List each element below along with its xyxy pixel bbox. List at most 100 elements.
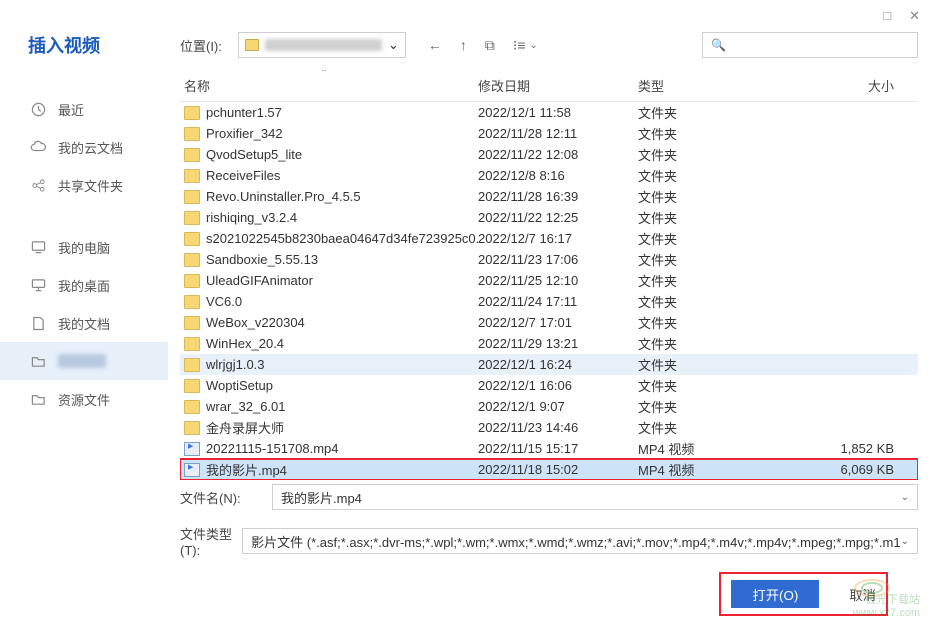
sidebar-item-label: 我的云文档 [58,138,123,157]
file-row[interactable]: pchunter1.572022/12/1 11:58文件夹 [180,102,918,123]
chevron-down-icon[interactable]: ⌄ [901,536,909,547]
sidebar-item-0[interactable]: 最近 [0,90,168,128]
folder-icon [184,127,200,141]
up-button[interactable]: ↑ [460,37,467,53]
file-date: 2022/11/18 15:02 [478,462,638,477]
dropdown-caret-icon: ⌄ [388,37,399,53]
folder-icon [245,39,259,51]
file-type: 文件夹 [638,187,766,206]
file-type: 文件夹 [638,208,766,227]
folder-icon [184,337,200,351]
sidebar-item-label: 共享文件夹 [58,176,123,195]
header-date[interactable]: 修改日期 [478,76,638,95]
file-date: 2022/11/29 13:21 [478,336,638,351]
file-date: 2022/11/23 17:06 [478,252,638,267]
file-row[interactable]: ReceiveFiles2022/12/8 8:16文件夹 [180,165,918,186]
file-row[interactable]: WinHex_20.42022/11/29 13:21文件夹 [180,333,918,354]
file-type: 文件夹 [638,397,766,416]
search-input[interactable]: 🔍 [702,32,918,58]
folder-icon [184,400,200,414]
file-name: VC6.0 [206,294,242,309]
file-name: Revo.Uninstaller.Pro_4.5.5 [206,189,361,204]
file-row[interactable]: s2021022545b8230baea04647d34fe723925c0..… [180,228,918,249]
sidebar-item-5[interactable]: 我的文档 [0,304,168,342]
file-row[interactable]: Proxifier_3422022/11/28 12:11文件夹 [180,123,918,144]
view-button[interactable]: ⁝≡ [513,37,526,54]
file-name: rishiqing_v3.2.4 [206,210,297,225]
folder-icon [184,253,200,267]
location-dropdown[interactable]: ⌄ [238,32,406,58]
file-row[interactable]: VC6.0 2022/11/24 17:11文件夹 [180,291,918,312]
search-icon: 🔍 [711,38,726,52]
file-row[interactable]: rishiqing_v3.2.4 2022/11/22 12:25文件夹 [180,207,918,228]
folder-icon [184,148,200,162]
video-icon [184,442,200,456]
dialog-title: 插入视频 [0,32,168,58]
file-size: 6,069 KB [766,462,918,477]
file-row[interactable]: QvodSetup5_lite2022/11/22 12:08文件夹 [180,144,918,165]
file-date: 2022/12/7 17:01 [478,315,638,330]
file-type: MP4 视频 [638,460,766,479]
file-row[interactable]: WoptiSetup2022/12/1 16:06文件夹 [180,375,918,396]
file-date: 2022/11/15 15:17 [478,441,638,456]
file-date: 2022/11/22 12:08 [478,147,638,162]
folder-icon [184,379,200,393]
doc-icon [30,316,46,331]
header-size[interactable]: 大小 [766,76,918,95]
file-row[interactable]: WeBox_v2203042022/12/7 17:01文件夹 [180,312,918,333]
file-type: 文件夹 [638,103,766,122]
file-row[interactable]: wrar_32_6.012022/12/1 9:07文件夹 [180,396,918,417]
filetype-select[interactable]: 影片文件 (*.asf;*.asx;*.dvr-ms;*.wpl;*.wm;*.… [242,528,918,554]
file-date: 2022/11/28 12:11 [478,126,638,141]
location-label: 位置(I): [180,36,222,55]
open-button[interactable]: 打开(O) [731,580,819,608]
folder-icon [184,295,200,309]
sidebar-item-label: 我的文档 [58,314,110,333]
folder-icon [184,211,200,225]
sidebar-item-6[interactable] [0,342,168,380]
file-type: 文件夹 [638,418,766,437]
file-date: 2022/12/8 8:16 [478,168,638,183]
file-row[interactable]: 20221115-151708.mp42022/11/15 15:17MP4 视… [180,438,918,459]
file-date: 2022/11/22 12:25 [478,210,638,225]
file-row[interactable]: 金舟录屏大师2022/11/23 14:46文件夹 [180,417,918,438]
file-list[interactable]: pchunter1.572022/12/1 11:58文件夹Proxifier_… [180,102,918,480]
sidebar-item-4[interactable]: 我的桌面 [0,266,168,304]
file-row[interactable]: 我的影片.mp42022/11/18 15:02MP4 视频6,069 KB [180,459,918,480]
back-button[interactable]: ← [428,37,442,53]
new-folder-button[interactable]: ⧉ [485,37,495,54]
folder-icon [184,274,200,288]
maximize-button[interactable]: □ [883,8,891,24]
sidebar-item-3[interactable]: 我的电脑 [0,228,168,266]
sidebar-item-2[interactable]: 共享文件夹 [0,166,168,204]
file-row[interactable]: wlrjgj1.0.32022/12/1 16:24文件夹 [180,354,918,375]
file-type: 文件夹 [638,355,766,374]
file-name: WeBox_v220304 [206,315,305,330]
sidebar-item-1[interactable]: 我的云文档 [0,128,168,166]
file-type: 文件夹 [638,271,766,290]
header-type[interactable]: 类型 [638,76,766,95]
filename-input[interactable]: 我的影片.mp4 ⌄ [272,484,918,510]
file-name: UleadGIFAnimator [206,273,313,288]
close-button[interactable]: ✕ [909,8,920,24]
folder-icon [184,232,200,246]
file-type: 文件夹 [638,229,766,248]
file-row[interactable]: UleadGIFAnimator2022/11/25 12:10文件夹 [180,270,918,291]
file-size: 1,852 KB [766,441,918,456]
file-row[interactable]: Revo.Uninstaller.Pro_4.5.52022/11/28 16:… [180,186,918,207]
view-caret-icon[interactable]: ⌄ [530,40,538,51]
file-row[interactable]: Sandboxie_5.55.132022/11/23 17:06文件夹 [180,249,918,270]
header-name[interactable]: ⌃ 名称 [180,76,478,95]
folder-icon [184,358,200,372]
chevron-down-icon[interactable]: ⌄ [901,492,909,503]
filetype-label: 文件类型(T): [180,524,242,558]
file-type: 文件夹 [638,292,766,311]
sidebar-item-7[interactable]: 资源文件 [0,380,168,418]
file-type: 文件夹 [638,166,766,185]
folder-icon [184,106,200,120]
folder-icon [30,393,46,406]
column-headers: ⌃ 名称 修改日期 类型 大小 [180,70,918,102]
file-panel: ⌃ 名称 修改日期 类型 大小 pchunter1.572022/12/1 11… [180,70,918,500]
sort-indicator-icon: ⌃ [320,70,328,79]
file-date: 2022/11/24 17:11 [478,294,638,309]
